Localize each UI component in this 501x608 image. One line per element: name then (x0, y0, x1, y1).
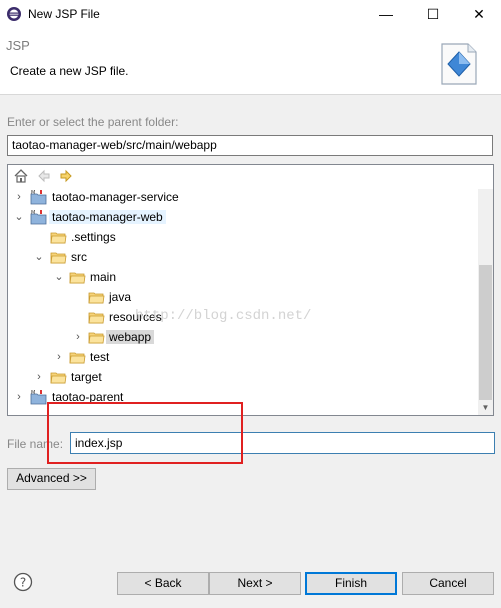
tree-item-label: src (71, 250, 87, 264)
close-button[interactable]: ✕ (456, 0, 501, 30)
chevron-right-icon[interactable]: › (13, 389, 25, 405)
parent-folder-input[interactable]: taotao-manager-web/src/main/webapp (7, 135, 493, 156)
chevron-down-icon[interactable]: ⌄ (13, 209, 25, 225)
chevron-right-icon[interactable]: › (13, 189, 25, 205)
tree-item-taotao-manager-web[interactable]: ⌄ M taotao-manager-web (8, 207, 478, 227)
folder-tree[interactable]: › M taotao-manager-service ⌄ M taotao-ma… (7, 164, 494, 416)
chevron-down-icon[interactable]: ⌄ (33, 249, 45, 265)
folder-open-icon (69, 272, 86, 284)
tree-item-java[interactable]: java (8, 287, 478, 307)
jsp-wizard-icon (441, 43, 477, 85)
chevron-right-icon[interactable]: › (33, 369, 45, 385)
maven-project-icon: M (30, 390, 47, 405)
chevron-right-icon[interactable]: › (53, 349, 65, 365)
tree-item-main[interactable]: ⌄ main (8, 267, 478, 287)
back-button[interactable]: < Back (117, 572, 209, 595)
wizard-page-title: JSP (6, 38, 30, 53)
folder-icon (50, 372, 67, 384)
tree-toolbar (8, 165, 493, 189)
tree-item-taotao-manager-service[interactable]: › M taotao-manager-service (8, 187, 478, 207)
folder-open-icon (50, 252, 67, 264)
tree-item-label: target (71, 370, 102, 384)
cancel-button[interactable]: Cancel (402, 572, 494, 595)
maximize-button[interactable]: ☐ (410, 0, 456, 30)
parent-folder-label: Enter or select the parent folder: (7, 115, 179, 129)
chevron-right-icon[interactable]: › (72, 329, 84, 345)
help-icon[interactable]: ? (13, 572, 33, 592)
folder-icon (88, 292, 105, 304)
wizard-footer: ? < Back Next > Finish Cancel (0, 563, 501, 608)
wizard-page-description: Create a new JSP file. (10, 64, 129, 78)
tree-item-label: taotao-manager-service (52, 190, 179, 204)
home-icon[interactable] (13, 168, 29, 184)
wizard-banner: JSP Create a new JSP file. (0, 30, 501, 95)
svg-text:?: ? (20, 576, 26, 590)
eclipse-icon (7, 7, 21, 21)
finish-button[interactable]: Finish (305, 572, 397, 595)
folder-open-icon (88, 332, 105, 344)
maven-project-icon: M (30, 210, 47, 225)
next-button[interactable]: Next > (209, 572, 301, 595)
svg-text:M: M (31, 210, 35, 216)
tree-item-label: java (109, 290, 132, 304)
tree-scrollbar[interactable]: ▼ (478, 189, 493, 415)
minimize-button[interactable]: — (363, 0, 409, 30)
svg-text:M: M (31, 190, 35, 196)
advanced-button[interactable]: Advanced >> (7, 468, 96, 490)
tree-item-label: taotao-manager-web (49, 210, 166, 224)
scrollbar-thumb[interactable] (479, 265, 492, 400)
forward-arrow-icon[interactable] (58, 168, 74, 184)
title-bar: New JSP File — ☐ ✕ (0, 0, 501, 30)
folder-icon (50, 232, 67, 244)
folder-icon (88, 312, 105, 324)
tree-item-label: webapp (106, 330, 155, 344)
svg-text:M: M (31, 390, 35, 396)
watermark-text: http://blog.csdn.net/ (135, 308, 312, 324)
annotation-highlight-box (47, 402, 243, 464)
tree-item-label: main (90, 270, 117, 284)
tree-item-test[interactable]: › test (8, 347, 478, 367)
back-arrow-icon[interactable] (36, 168, 52, 184)
tree-item-src[interactable]: ⌄ src (8, 247, 478, 267)
tree-item-label: test (90, 350, 110, 364)
tree-item-label: .settings (71, 230, 116, 244)
chevron-down-icon[interactable]: ⌄ (53, 269, 65, 285)
tree-item-settings[interactable]: .settings (8, 227, 478, 247)
window-title: New JSP File (28, 7, 100, 21)
folder-icon (69, 352, 86, 364)
tree-item-webapp[interactable]: › webapp (8, 327, 478, 347)
scroll-down-arrow-icon[interactable]: ▼ (478, 400, 493, 415)
maven-project-icon: M (30, 190, 47, 205)
tree-item-target[interactable]: › target (8, 367, 478, 387)
